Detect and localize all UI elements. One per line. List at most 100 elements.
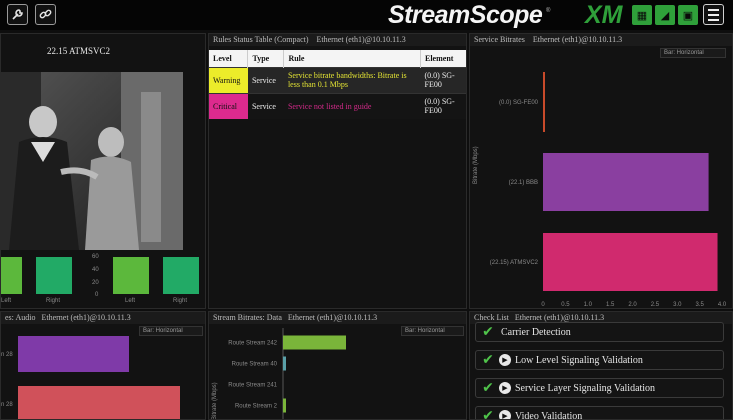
rules-status-panel: Rules Status Table (Compact) Ethernet (e… xyxy=(208,33,467,309)
menu-icon[interactable] xyxy=(703,4,724,25)
chart-bar xyxy=(283,335,346,350)
chart-bar xyxy=(283,356,286,371)
chart-type-dropdown[interactable]: Bar: Horizontal xyxy=(660,48,726,58)
x-tick-label: 0 xyxy=(541,302,545,308)
video-thumbnail xyxy=(1,72,183,250)
category-label: Route Stream 40 xyxy=(232,362,278,368)
audio-meter-right-1 xyxy=(36,257,72,294)
check-icon: ✔ xyxy=(482,352,494,368)
expand-icon[interactable]: ▶ xyxy=(499,382,511,394)
check-item-service-layer-signaling[interactable]: ✔ ▶ Service Layer Signaling Validation xyxy=(475,378,724,398)
col-rule[interactable]: Rule xyxy=(283,50,421,67)
signal-icon[interactable]: ◢ xyxy=(655,5,675,25)
stream-bitrates-interface: Ethernet (eth1)@10.10.11.3 xyxy=(287,313,378,322)
stream-bitrates-title-text: Stream Bitrates: Data xyxy=(213,313,282,322)
chart-bar xyxy=(543,233,718,291)
rule-text: Service bitrate bandwidths: Bitrate is l… xyxy=(283,66,421,93)
level-badge-warning: Warning xyxy=(209,66,248,93)
grid-icon[interactable]: ▦ xyxy=(632,5,652,25)
check-item-label: Low Level Signaling Validation xyxy=(515,354,643,366)
rules-table-header: Level Type Rule Element xyxy=(209,50,466,67)
checklist-interface: Ethernet (eth1)@10.10.11.3 xyxy=(514,313,605,322)
audio-bar-2 xyxy=(18,386,180,419)
x-tick-label: 3.5 xyxy=(695,302,704,308)
tv-icon[interactable]: ▣ xyxy=(678,5,698,25)
chart-bar xyxy=(543,72,545,132)
expand-icon[interactable]: ▶ xyxy=(499,410,511,419)
audio-bar-label: n 28 xyxy=(1,402,13,408)
link-icon[interactable] xyxy=(35,4,56,25)
audio-label: Left xyxy=(1,298,12,304)
rule-text: Service not listed in guide xyxy=(283,92,421,119)
expand-icon[interactable]: ▶ xyxy=(499,354,511,366)
stream-bitrates-panel: Stream Bitrates: Data Ethernet (eth1)@10… xyxy=(208,311,467,420)
rules-panel-interface: Ethernet (eth1)@10.10.11.3 xyxy=(316,35,406,44)
chart-bar xyxy=(283,398,286,413)
chart-bar xyxy=(543,153,709,211)
check-icon: ✔ xyxy=(482,380,494,396)
rules-table: Level Type Rule Element Warning Service … xyxy=(209,50,466,119)
check-item-label: Service Layer Signaling Validation xyxy=(515,382,656,394)
level-badge-critical: Critical xyxy=(209,92,248,119)
registered-mark: ® xyxy=(546,8,551,14)
video-service-name: 22.15 ATMSVC2 xyxy=(47,46,111,56)
stream-bitrates-title: Stream Bitrates: Data Ethernet (eth1)@10… xyxy=(209,312,466,324)
audio-meter-left-1 xyxy=(1,257,22,294)
rules-panel-title-text: Rules Status Table (Compact) xyxy=(213,35,309,44)
check-item-video-validation[interactable]: ✔ ▶ Video Validation xyxy=(475,406,724,420)
x-tick-label: 1.0 xyxy=(584,302,593,308)
audio-tick: 20 xyxy=(92,280,99,286)
checklist-title-text: Check List xyxy=(474,313,509,322)
check-item-carrier-detection[interactable]: ✔ Carrier Detection xyxy=(475,322,724,342)
table-row[interactable]: Critical Service Service not listed in g… xyxy=(209,92,466,119)
checklist-panel: Check List Ethernet (eth1)@10.10.11.3 ✔ … xyxy=(469,311,733,420)
category-label: (22.1) BBB xyxy=(509,180,538,186)
service-bitrates-chart: (0.0) SG-FE00 (22.1) BBB (22.15) ATMSVC2 0 0… xyxy=(490,72,727,308)
audio-bar-1 xyxy=(18,336,129,372)
category-label: Route Stream 241 xyxy=(228,383,277,389)
video-panel: 22.15 ATMSVC2 60 40 20 0 Left Right Left… xyxy=(0,33,206,309)
check-icon: ✔ xyxy=(482,408,494,420)
check-item-label: Carrier Detection xyxy=(501,326,571,338)
rule-type: Service xyxy=(247,66,284,93)
audio-bitrates-title-text: es: Audio xyxy=(5,313,36,322)
wrench-icon[interactable] xyxy=(7,4,28,25)
category-label: Route Stream 2 xyxy=(235,404,278,410)
category-label: Route Stream 242 xyxy=(228,341,277,347)
service-bitrates-title-text: Service Bitrates xyxy=(474,35,525,44)
service-bitrates-interface: Ethernet (eth1)@10.10.11.3 xyxy=(532,35,623,44)
rule-element: (0.0) SG-FE00 xyxy=(420,66,466,93)
audio-label: Right xyxy=(173,298,188,304)
audio-bar-label: n 28 xyxy=(1,352,13,358)
service-bitrates-panel: Service Bitrates Ethernet (eth1)@10.10.1… xyxy=(469,33,733,309)
audio-tick: 60 xyxy=(92,254,99,260)
col-element[interactable]: Element xyxy=(420,50,466,67)
category-label: (0.0) SG-FE00 xyxy=(499,100,539,106)
audio-bitrates-interface: Ethernet (eth1)@10.10.11.3 xyxy=(41,313,131,322)
audio-bitrates-panel: es: Audio Ethernet (eth1)@10.10.11.3 Bar… xyxy=(0,311,206,420)
product-name: XM xyxy=(585,1,623,29)
x-tick-label: 0.5 xyxy=(561,302,570,308)
check-item-low-level-signaling[interactable]: ✔ ▶ Low Level Signaling Validation xyxy=(475,350,724,370)
stream-bitrates-chart: Route Stream 242 Route Stream 40 Route Str… xyxy=(228,328,346,419)
rules-panel-title: Rules Status Table (Compact) Ethernet (e… xyxy=(209,34,466,46)
table-row[interactable]: Warning Service Service bitrate bandwidt… xyxy=(209,66,466,93)
category-label: (22.15) ATMSVC2 xyxy=(490,260,539,266)
col-level[interactable]: Level xyxy=(209,50,249,67)
rule-element: (0.0) SG-FE00 xyxy=(420,92,466,119)
check-item-label: Video Validation xyxy=(515,410,583,420)
x-tick-label: 4.0 xyxy=(718,302,727,308)
check-icon: ✔ xyxy=(482,324,494,340)
x-tick-label: 2.5 xyxy=(651,302,660,308)
brand-logo: StreamScope xyxy=(388,1,543,29)
col-type[interactable]: Type xyxy=(247,50,285,67)
top-bar xyxy=(0,0,733,30)
service-bitrates-title: Service Bitrates Ethernet (eth1)@10.10.1… xyxy=(470,34,732,46)
x-tick-label: 1.5 xyxy=(606,302,615,308)
audio-bitrates-title: es: Audio Ethernet (eth1)@10.10.11.3 xyxy=(1,312,205,324)
audio-meter-left-2 xyxy=(113,257,149,294)
x-tick-label: 3.0 xyxy=(673,302,682,308)
audio-tick: 0 xyxy=(95,292,99,298)
chart-type-dropdown[interactable]: Bar: Horizontal xyxy=(139,326,203,336)
audio-tick: 40 xyxy=(92,267,99,273)
